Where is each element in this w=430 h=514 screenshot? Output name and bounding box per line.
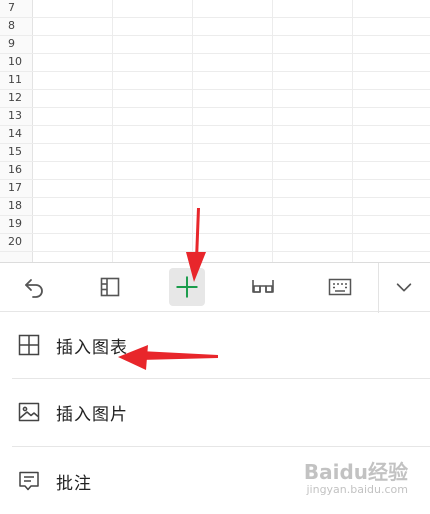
freeze-panes-button[interactable] bbox=[92, 268, 128, 306]
row-number[interactable]: 16 bbox=[8, 163, 22, 176]
row-number[interactable]: 20 bbox=[8, 235, 22, 248]
watermark-text: Baidu经验 bbox=[303, 460, 408, 484]
divider bbox=[12, 446, 430, 447]
bottom-toolbar bbox=[0, 262, 430, 313]
insert-image-label: 插入图片 bbox=[56, 404, 128, 424]
comment-label: 批注 bbox=[56, 473, 92, 493]
row-number[interactable]: 7 bbox=[8, 1, 15, 14]
table-row[interactable]: 20 bbox=[0, 234, 430, 252]
row-number[interactable]: 17 bbox=[8, 181, 22, 194]
table-row[interactable]: 7 bbox=[0, 0, 430, 18]
image-icon bbox=[16, 399, 42, 425]
panel-icon bbox=[100, 277, 120, 297]
table-row[interactable]: 12 bbox=[0, 90, 430, 108]
insert-chart-label: 插入图表 bbox=[56, 337, 128, 357]
toolbar-divider bbox=[378, 263, 379, 313]
insert-button[interactable] bbox=[169, 268, 205, 306]
row-number[interactable]: 19 bbox=[8, 217, 22, 230]
undo-button[interactable] bbox=[16, 268, 52, 306]
watermark: Baidu经验 jingyan.baidu.com bbox=[304, 456, 408, 496]
watermark-sub: jingyan.baidu.com bbox=[306, 483, 408, 496]
insert-chart-item[interactable]: 插入图表 bbox=[12, 312, 430, 378]
row-number[interactable]: 14 bbox=[8, 127, 22, 140]
row-number[interactable]: 9 bbox=[8, 37, 15, 50]
table-row[interactable]: 19 bbox=[0, 216, 430, 234]
row-number[interactable]: 10 bbox=[8, 55, 22, 68]
table-row[interactable]: 17 bbox=[0, 180, 430, 198]
keyboard-button[interactable] bbox=[322, 268, 358, 306]
table-row[interactable]: 14 bbox=[0, 126, 430, 144]
table-row[interactable]: 9 bbox=[0, 36, 430, 54]
insert-image-item[interactable]: 插入图片 bbox=[12, 379, 430, 445]
comment-icon bbox=[16, 468, 42, 494]
table-row[interactable]: 8 bbox=[0, 18, 430, 36]
table-row[interactable]: 15 bbox=[0, 144, 430, 162]
row-number[interactable]: 8 bbox=[8, 19, 15, 32]
keyboard-icon bbox=[328, 278, 352, 296]
collapse-button[interactable] bbox=[386, 268, 422, 306]
table-row[interactable]: 16 bbox=[0, 162, 430, 180]
row-number[interactable]: 11 bbox=[8, 73, 22, 86]
table-row[interactable]: 13 bbox=[0, 108, 430, 126]
chevron-down-icon bbox=[396, 283, 412, 292]
plus-icon bbox=[176, 276, 198, 298]
view-button[interactable] bbox=[245, 268, 281, 306]
row-number[interactable]: 12 bbox=[8, 91, 22, 104]
row-number[interactable]: 15 bbox=[8, 145, 22, 158]
undo-icon bbox=[25, 279, 43, 298]
spreadsheet-grid[interactable]: 7 8 9 10 11 12 13 14 15 16 17 18 19 20 bbox=[0, 0, 430, 262]
row-number[interactable]: 13 bbox=[8, 109, 22, 122]
table-row[interactable]: 10 bbox=[0, 54, 430, 72]
glasses-icon bbox=[252, 280, 274, 293]
row-number[interactable]: 18 bbox=[8, 199, 22, 212]
table-chart-icon bbox=[16, 332, 42, 358]
table-row[interactable]: 18 bbox=[0, 198, 430, 216]
table-row[interactable]: 11 bbox=[0, 72, 430, 90]
